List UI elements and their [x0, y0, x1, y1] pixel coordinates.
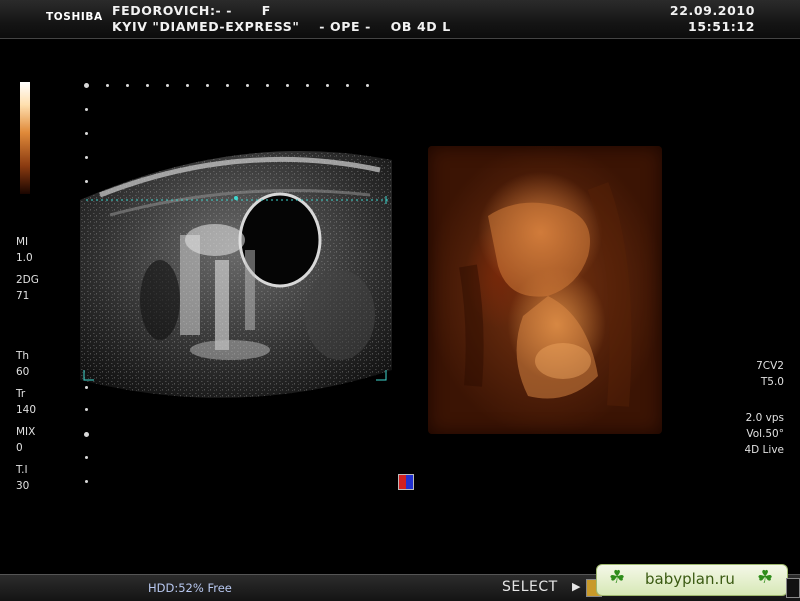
depth-tick [85, 108, 88, 111]
param-tr-label: Tr [16, 388, 26, 400]
watermark-badge: ☘ babyplan.ru ☘ [596, 564, 788, 596]
hdd-status: HDD:52% Free [148, 581, 232, 595]
param-th-label: Th [16, 350, 30, 362]
color-map-indicator [398, 474, 414, 490]
exam-date: 22.09.2010 [669, 3, 755, 18]
lateral-tick [266, 84, 269, 87]
lateral-tick [326, 84, 329, 87]
param-th-value: 60 [16, 366, 30, 378]
imaging-mode: 4D Live [744, 444, 784, 456]
depth-tick [85, 132, 88, 135]
param-mix-value: 0 [16, 442, 23, 454]
lateral-tick [306, 84, 309, 87]
depth-marker [84, 432, 89, 437]
select-button[interactable]: SELECT [502, 579, 558, 595]
param-2dg-value: 71 [16, 290, 30, 302]
volume-render-detail [459, 182, 632, 407]
volume-render-image [428, 146, 662, 434]
param-ti-label: T.I [16, 464, 28, 476]
footer-control-box[interactable] [786, 578, 800, 598]
lateral-tick [206, 84, 209, 87]
clover-icon: ☘ [609, 567, 626, 588]
lateral-tick [286, 84, 289, 87]
exam-time: 15:51:12 [688, 19, 755, 34]
brand-logo: TOSHIBA [46, 11, 103, 23]
depth-marker [84, 83, 89, 88]
bmode-sector-image [80, 151, 392, 398]
lateral-tick [226, 84, 229, 87]
lateral-tick [366, 84, 369, 87]
institution-line: KYIV "DIAMED-EXPRESS" - OPE - OB 4D L [112, 19, 451, 34]
volume-info: 2.0 vps Vol.50° 4D Live [744, 410, 784, 458]
volume-rate: 2.0 vps [745, 412, 784, 424]
param-ti: T.I 30 [16, 462, 29, 494]
param-mi-value: 1.0 [16, 252, 33, 264]
roi-guide-marker [234, 196, 238, 200]
param-mix: MIX 0 [16, 424, 35, 456]
probe-info: 7CV2 T5.0 [756, 358, 784, 390]
watermark-text: babyplan.ru [645, 570, 735, 588]
param-th: Th 60 [16, 348, 29, 380]
lateral-tick [186, 84, 189, 87]
patient-name: FEDOROVICH:- - F [112, 3, 271, 18]
header-bar: TOSHIBA FEDOROVICH:- - F KYIV "DIAMED-EX… [0, 0, 800, 39]
lateral-tick [146, 84, 149, 87]
param-tr: Tr 140 [16, 386, 36, 418]
lateral-tick [166, 84, 169, 87]
probe-name: 7CV2 [756, 360, 784, 372]
param-tr-value: 140 [16, 404, 37, 416]
volume-angle: Vol.50° [746, 428, 784, 440]
probe-frequency: T5.0 [760, 376, 784, 388]
lateral-tick [126, 84, 129, 87]
clover-icon: ☘ [757, 567, 774, 588]
param-mi: MI 1.0 [16, 234, 33, 266]
param-mi-label: MI [16, 236, 29, 248]
gain-colorbar [20, 82, 30, 194]
param-mix-label: MIX [16, 426, 36, 438]
param-2dg: 2DG 71 [16, 272, 39, 304]
lateral-tick [246, 84, 249, 87]
param-2dg-label: 2DG [16, 274, 39, 286]
play-arrow-icon[interactable]: ▶ [572, 580, 580, 593]
lateral-tick [346, 84, 349, 87]
depth-tick [85, 480, 88, 483]
lateral-tick [106, 84, 109, 87]
depth-tick [85, 456, 88, 459]
param-ti-value: 30 [16, 480, 30, 492]
